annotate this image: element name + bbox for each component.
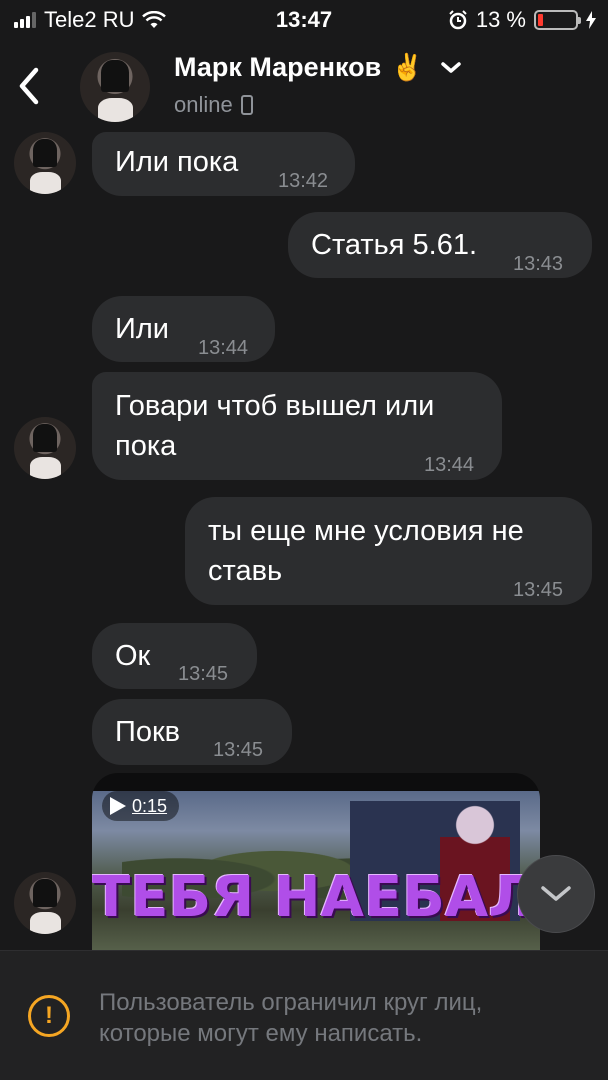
message-text: Или пока	[115, 146, 239, 178]
battery-icon	[534, 10, 581, 30]
message-time: 13:42	[278, 170, 329, 192]
message-text: Покв	[115, 716, 181, 748]
victory-hand-emoji: ✌️	[391, 52, 424, 82]
sender-avatar[interactable]	[14, 872, 76, 934]
contact-name-text: Марк Маренков	[174, 52, 382, 82]
restricted-notice-text: Пользователь ограничил круг лиц, которые…	[99, 989, 483, 1047]
phone-icon	[240, 95, 253, 115]
status-bar: Tele2 RU 13:47 13 %	[0, 0, 608, 40]
message-bubble-incoming[interactable]: Или 13:44	[92, 296, 275, 362]
message-bubble-outgoing[interactable]: Статья 5.61. 13:43	[288, 212, 592, 278]
scroll-to-bottom-button[interactable]	[517, 855, 595, 933]
message-text: Статья 5.61.	[311, 229, 478, 261]
message-bubble-incoming[interactable]: Покв 13:45	[92, 699, 292, 765]
video-duration: 0:15	[132, 795, 168, 816]
message-time: 13:44	[424, 454, 475, 476]
message-time: 13:43	[513, 253, 564, 275]
alarm-icon	[449, 10, 467, 30]
online-label: online	[174, 92, 233, 117]
video-message[interactable]: 0:15 ТЕБЯ НАЕБАЛИ	[92, 773, 540, 950]
message-bubble-incoming[interactable]: Говари чтоб вышел или пока 13:44	[92, 372, 502, 480]
message-text: Ок	[115, 640, 151, 672]
message-time: 13:45	[178, 663, 229, 685]
chat-header: Марк Маренков ✌️ online	[0, 40, 608, 130]
contact-status: online	[174, 92, 253, 118]
message-time: 13:45	[513, 579, 564, 601]
sender-avatar[interactable]	[14, 132, 76, 194]
warning-icon: !	[28, 995, 70, 1037]
message-bubble-incoming[interactable]: Или пока 13:42	[92, 132, 355, 196]
chevron-down-icon	[541, 886, 571, 901]
video-caption: ТЕБЯ НАЕБАЛИ	[92, 865, 540, 930]
sender-avatar[interactable]	[14, 417, 76, 479]
message-time: 13:44	[198, 337, 249, 359]
restricted-notice: ! Пользователь ограничил круг лиц, котор…	[0, 950, 608, 1080]
message-time: 13:45	[213, 739, 264, 761]
chevron-down-icon[interactable]	[440, 61, 462, 75]
back-chevron-icon[interactable]	[12, 64, 48, 108]
contact-name[interactable]: Марк Маренков ✌️	[174, 52, 462, 83]
play-button[interactable]: 0:15	[102, 791, 180, 821]
message-bubble-incoming[interactable]: Ок 13:45	[92, 623, 257, 689]
play-icon	[110, 797, 126, 815]
contact-avatar[interactable]	[80, 52, 150, 122]
message-text: Или	[115, 313, 169, 345]
charging-icon	[586, 11, 596, 29]
message-bubble-outgoing[interactable]: ты еще мне условия не ставь 13:45	[185, 497, 592, 605]
battery-percent: 13 %	[475, 7, 526, 32]
